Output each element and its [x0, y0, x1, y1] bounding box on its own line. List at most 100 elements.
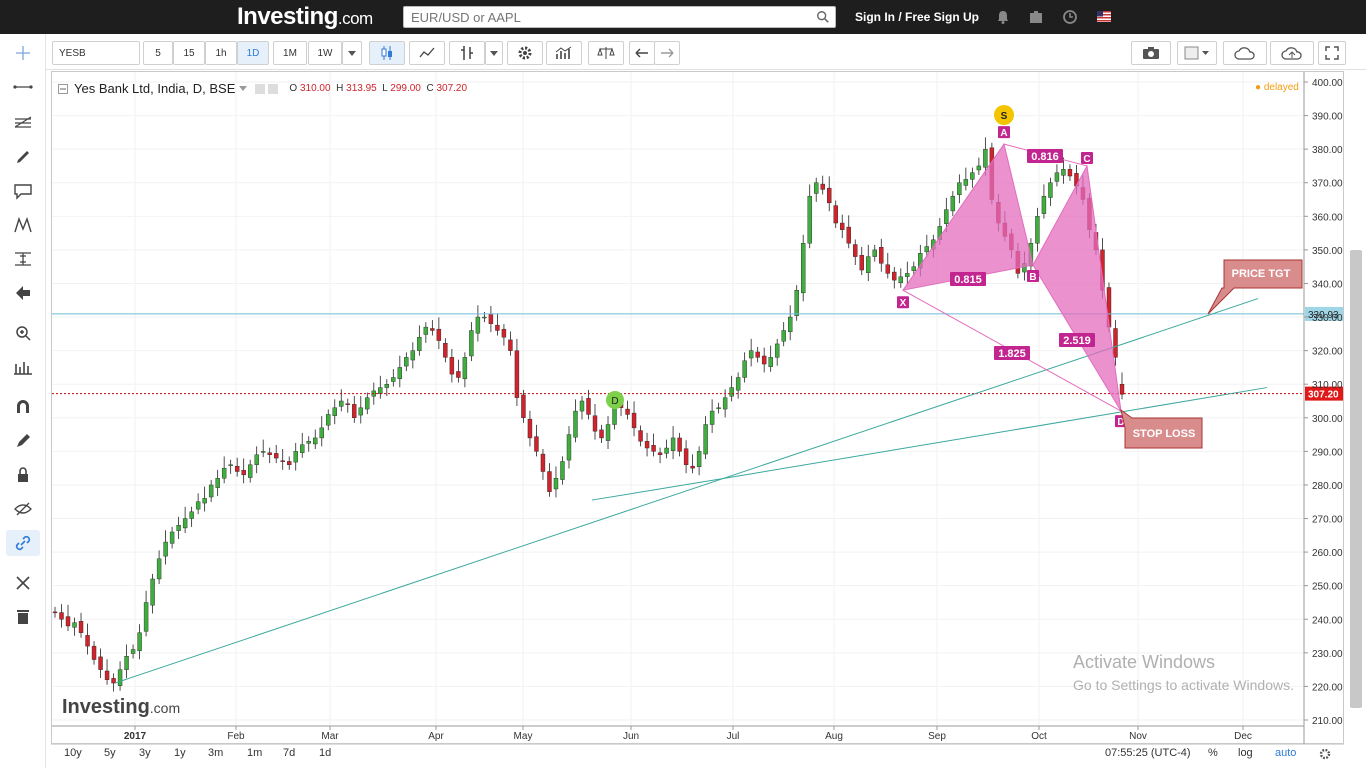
candle-body [72, 622, 77, 628]
y-tick-label: 310.00 [1312, 380, 1343, 391]
range-3y[interactable]: 3y [139, 747, 151, 759]
candle-body [378, 387, 383, 394]
candle-body [176, 525, 181, 531]
candle-body [599, 429, 604, 439]
candle-body [859, 255, 864, 271]
x-tick-label: Jul [727, 731, 740, 742]
percent-toggle[interactable]: % [1208, 747, 1218, 759]
candle-body [787, 316, 793, 333]
y-tick-label: 330.00 [1312, 313, 1343, 324]
candle-body [1061, 169, 1066, 176]
legend-options-icon[interactable] [255, 83, 281, 94]
candle-body [514, 350, 520, 398]
candle-body [469, 330, 474, 357]
candle-body [430, 328, 435, 331]
candle-body [202, 498, 207, 504]
candle-body [195, 501, 201, 510]
candle-body [631, 412, 637, 429]
range-10y[interactable]: 10y [64, 747, 82, 759]
candle-body [365, 397, 370, 410]
pattern-point-label: X [900, 298, 907, 309]
candle-body [508, 339, 513, 351]
drawings-layer: 330.93307.20XABCD0.8160.8152.5191.825SDP… [52, 105, 1343, 684]
candle-body [163, 541, 168, 557]
candle-body [950, 195, 956, 212]
candle-body [866, 256, 871, 273]
range-5y[interactable]: 5y [104, 747, 116, 759]
range-7d[interactable]: 7d [283, 747, 295, 759]
candle-body [644, 441, 650, 449]
candle-body [332, 407, 337, 416]
candle-body [840, 222, 845, 230]
candle-body [1035, 216, 1040, 244]
candle-body [208, 484, 214, 498]
candle-body [410, 350, 416, 361]
activate-windows-title: Activate Windows [1073, 652, 1216, 672]
range-1m[interactable]: 1m [247, 747, 262, 759]
candle-body [215, 478, 220, 488]
candle-body [85, 635, 90, 647]
candle-body [774, 343, 780, 358]
candle-body [475, 316, 481, 334]
s-marker-label: S [1001, 111, 1008, 122]
candle-body [820, 183, 825, 190]
price-target-label: PRICE TGT [1232, 268, 1291, 280]
range-1d[interactable]: 1d [319, 747, 331, 759]
candle-body [287, 461, 292, 466]
watermark-logo: Investing.com [62, 696, 181, 718]
vertical-scrollbar[interactable] [1350, 250, 1362, 708]
candle-body [78, 621, 84, 633]
x-tick-label: Nov [1129, 731, 1147, 742]
candle-body [898, 276, 903, 284]
auto-toggle[interactable]: auto [1275, 747, 1296, 759]
candle-body [579, 400, 585, 412]
delayed-badge: ● delayed [1255, 82, 1299, 93]
candle-body [137, 632, 142, 652]
candle-body [182, 518, 188, 529]
candle-body [703, 424, 708, 455]
x-tick-label: Aug [825, 731, 843, 742]
candle-body [677, 437, 682, 452]
candle-body [495, 324, 500, 331]
candle-body [872, 249, 877, 257]
candle-body [560, 461, 565, 480]
gear-icon[interactable] [1319, 748, 1331, 760]
range-3m[interactable]: 3m [208, 747, 223, 759]
candle-body [156, 558, 162, 580]
candle-body [885, 264, 890, 274]
collapse-icon[interactable] [58, 83, 68, 94]
pattern-point-label: B [1029, 272, 1036, 283]
candle-body [241, 469, 246, 476]
clock-readout: 07:55:25 (UTC-4) [1105, 747, 1191, 759]
candle-body [358, 407, 363, 416]
candle-body [794, 289, 799, 316]
candle-body [690, 465, 695, 469]
ratio-label: 1.825 [998, 348, 1026, 360]
candle-body [169, 531, 175, 544]
candle-body [566, 434, 572, 461]
candle-body [742, 360, 747, 378]
y-tick-label: 250.00 [1312, 582, 1343, 593]
candle-body [605, 424, 611, 441]
x-tick-label: Sep [928, 731, 946, 742]
candle-body [664, 447, 669, 454]
candle-body [260, 451, 266, 453]
candle-body [1067, 169, 1073, 177]
chevron-down-icon[interactable] [239, 86, 248, 91]
candle-body [501, 328, 507, 338]
candle-body [352, 404, 357, 418]
candle-body [247, 464, 253, 478]
candle-body [827, 187, 832, 204]
candle-body [983, 148, 988, 168]
y-tick-label: 360.00 [1312, 212, 1343, 223]
candle-body [735, 377, 741, 391]
range-1y[interactable]: 1y [174, 747, 186, 759]
candle-body [300, 444, 305, 453]
candle-body [963, 179, 969, 186]
y-tick-label: 270.00 [1312, 515, 1343, 526]
candle-body [540, 453, 546, 472]
candle-body [670, 437, 676, 451]
candle-body [905, 273, 910, 277]
log-toggle[interactable]: log [1238, 747, 1253, 759]
candle-body [274, 453, 279, 459]
